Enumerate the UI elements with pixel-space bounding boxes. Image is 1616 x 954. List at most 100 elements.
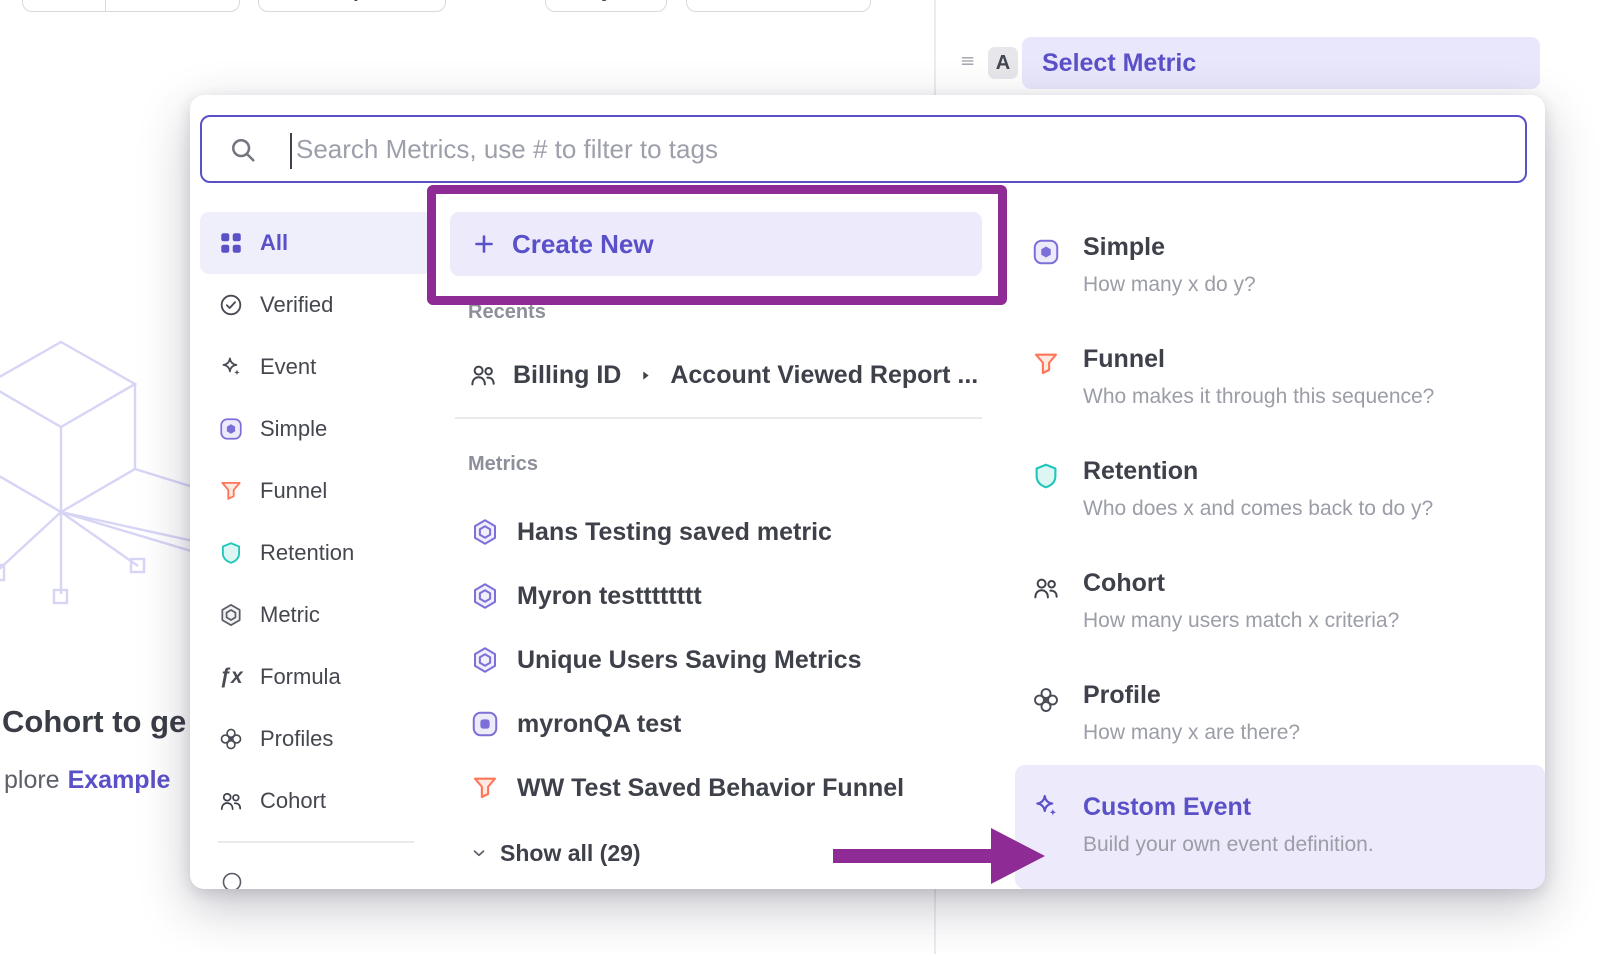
metric-type-title: Funnel (1083, 345, 1165, 374)
metric-item-label: Unique Users Saving Metrics (517, 646, 862, 675)
saved-metric-list: Hans Testing saved metric Myron testtttt… (452, 500, 982, 820)
list-item[interactable]: Hans Testing saved metric (452, 500, 982, 564)
sidebar-item-verified[interactable]: Verified (200, 274, 432, 336)
metric-type-description: Build your own event definition. (1083, 833, 1374, 857)
recent-item-event: Account Viewed Report ... (670, 361, 978, 390)
sidebar-item-cohort[interactable]: Cohort (200, 770, 432, 832)
metric-item-label: WW Test Saved Behavior Funnel (517, 774, 904, 803)
metric-hexagon-icon (470, 645, 500, 675)
granularity-button[interactable]: Day (545, 0, 667, 12)
profiles-icon (1031, 685, 1061, 720)
metric-type-title: Retention (1083, 457, 1198, 486)
section-divider (455, 417, 982, 419)
chart-type-button[interactable]: Line (686, 0, 871, 12)
metric-hexagon-icon (470, 517, 500, 547)
profiles-icon (218, 726, 244, 752)
metric-type-title: Cohort (1083, 569, 1165, 598)
metric-item-label: Myron testttttttt (517, 582, 702, 611)
select-metric-field[interactable]: Select Metric (1022, 37, 1540, 89)
metric-type-retention[interactable]: Retention Who does x and comes back to d… (1015, 449, 1545, 561)
sidebar-divider (218, 841, 414, 843)
metric-type-column: Simple How many x do y? Funnel Who makes… (1015, 95, 1545, 889)
sidebar-item-partial-icon (220, 870, 244, 889)
sidebar-item-formula[interactable]: ƒx Formula (200, 646, 432, 708)
sidebar-item-label: All (260, 230, 288, 256)
metrics-header: Metrics (468, 453, 538, 476)
sidebar-item-label: Formula (260, 664, 341, 690)
metric-type-title: Simple (1083, 233, 1165, 262)
range-12m-button[interactable]: 12M (23, 0, 105, 11)
range-ytd-label: YTD (141, 0, 181, 3)
retention-icon (1031, 461, 1061, 496)
sidebar-item-label: Funnel (260, 478, 327, 504)
metric-type-title: Profile (1083, 681, 1161, 710)
sidebar-item-event[interactable]: Event (200, 336, 432, 398)
metric-type-simple[interactable]: Simple How many x do y? (1015, 225, 1545, 337)
formula-icon: ƒx (218, 665, 244, 689)
list-item[interactable]: Myron testttttttt (452, 564, 982, 628)
show-all-label: Show all (29) (500, 840, 641, 867)
sidebar-item-label: Retention (260, 540, 354, 566)
event-spark-icon (218, 354, 244, 380)
list-item[interactable]: WW Test Saved Behavior Funnel (452, 756, 982, 820)
select-metric-label: Select Metric (1042, 49, 1196, 78)
empty-state-subtitle: ploreExample (4, 766, 170, 795)
breadcrumb-arrow-icon (638, 368, 653, 383)
sidebar-item-label: Profiles (260, 726, 333, 752)
recent-item[interactable]: Billing ID Account Viewed Report ... (452, 347, 982, 403)
app-root: 12M YTD Compare Day Line A Select Metric (0, 0, 1616, 954)
verified-icon (218, 292, 244, 318)
sidebar-item-label: Verified (260, 292, 333, 318)
date-range-button-group[interactable]: 12M YTD (22, 0, 240, 12)
granularity-label: Day (576, 0, 613, 3)
recent-item-property: Billing ID (513, 361, 621, 390)
metric-type-funnel[interactable]: Funnel Who makes it through this sequenc… (1015, 337, 1545, 449)
grid-icon (218, 230, 244, 256)
sidebar-item-label: Cohort (260, 788, 326, 814)
sidebar-item-all[interactable]: All (200, 212, 432, 274)
metric-type-title: Custom Event (1083, 793, 1251, 822)
chart-type-label: Line (775, 0, 816, 3)
simple-icon (1031, 237, 1061, 272)
create-new-label: Create New (512, 229, 654, 260)
drag-handle-icon[interactable] (960, 53, 976, 74)
sidebar-item-profiles[interactable]: Profiles (200, 708, 432, 770)
compare-button[interactable]: Compare (258, 0, 446, 12)
example-link[interactable]: Example (68, 766, 171, 794)
funnel-icon (218, 478, 244, 504)
retention-icon (218, 540, 244, 566)
sidebar-item-label: Event (260, 354, 316, 380)
simple-icon (470, 709, 500, 739)
list-item[interactable]: Unique Users Saving Metrics (452, 628, 982, 692)
metric-hexagon-icon (218, 602, 244, 628)
metric-type-description: How many x are there? (1083, 721, 1300, 745)
compare-label: Compare (309, 0, 396, 3)
sidebar-item-label: Simple (260, 416, 327, 442)
recents-header: Recents (468, 301, 546, 324)
custom-event-icon (1031, 791, 1061, 826)
create-new-button[interactable]: Create New (450, 212, 982, 276)
funnel-icon (470, 773, 500, 803)
sidebar-item-metric[interactable]: Metric (200, 584, 432, 646)
cohort-icon (218, 788, 244, 814)
metric-type-custom-event[interactable]: Custom Event Build your own event defini… (1015, 765, 1545, 889)
sidebar-item-funnel[interactable]: Funnel (200, 460, 432, 522)
metric-item-label: myronQA test (517, 710, 681, 739)
sidebar-item-retention[interactable]: Retention (200, 522, 432, 584)
metric-type-description: How many users match x criteria? (1083, 609, 1399, 633)
metric-type-description: Who does x and comes back to do y? (1083, 497, 1433, 521)
list-item[interactable]: myronQA test (452, 692, 982, 756)
show-all-button[interactable]: Show all (29) (452, 831, 641, 875)
funnel-icon (1031, 349, 1061, 384)
metric-type-description: Who makes it through this sequence? (1083, 385, 1434, 409)
query-row-badge: A (988, 47, 1018, 79)
metric-type-cohort[interactable]: Cohort How many users match x criteria? (1015, 561, 1545, 673)
sidebar-item-simple[interactable]: Simple (200, 398, 432, 460)
metric-picker-modal: All Verified Event Simple Funnel Retenti… (190, 95, 1545, 889)
sidebar-item-label: Metric (260, 602, 320, 628)
cohort-icon (1031, 573, 1061, 608)
range-ytd-button[interactable]: YTD (105, 0, 239, 11)
metric-hexagon-icon (470, 581, 500, 611)
empty-state-title-fragment: Cohort to ge (2, 704, 186, 740)
cohort-icon (468, 360, 498, 390)
